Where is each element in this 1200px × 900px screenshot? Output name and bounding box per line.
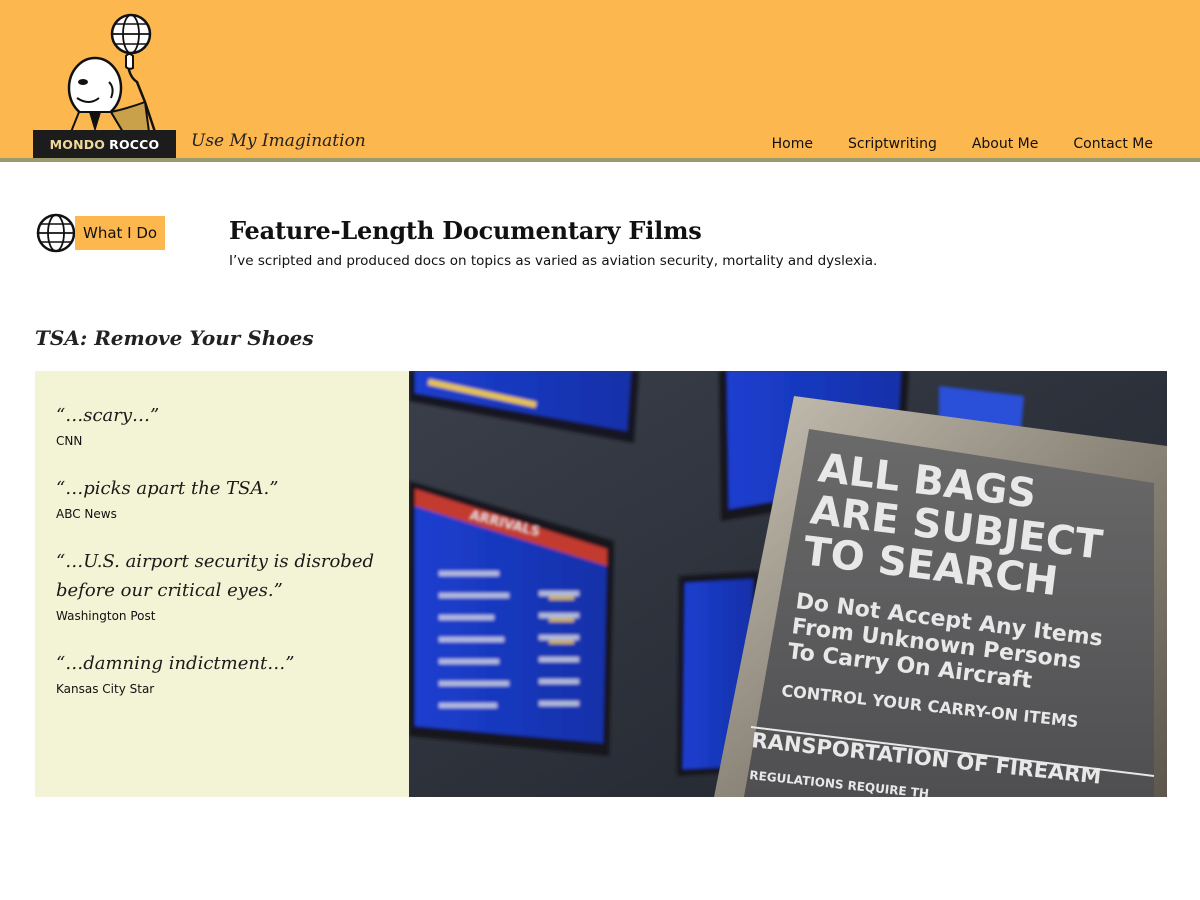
film-title: TSA: Remove Your Shoes [35, 326, 314, 350]
press-quote: “…damning indictment…” Kansas City Star [56, 649, 389, 696]
section-title: Feature-Length Documentary Films [229, 216, 702, 245]
globe-icon [36, 213, 76, 253]
site-header: MONDO ROCCO Use My Imagination Home Scri… [0, 0, 1200, 162]
film-still-image: ARRIVALS ALL BAGS ARE SUBJECT TO SEARCH … [409, 371, 1167, 797]
quote-text: “…U.S. airport security is disrobed befo… [56, 551, 375, 601]
mascot-globe-icon [67, 13, 157, 132]
nav-contact-me[interactable]: Contact Me [1073, 136, 1153, 152]
press-quote: “…scary…” CNN [56, 401, 389, 448]
quote-source: CNN [56, 434, 83, 448]
press-quotes-panel: “…scary…” CNN “…picks apart the TSA.” AB… [35, 371, 409, 797]
quote-text: “…picks apart the TSA.” [56, 478, 279, 499]
quote-source: Kansas City Star [56, 682, 155, 696]
quote-text: “…damning indictment…” [56, 653, 295, 674]
nav-scriptwriting[interactable]: Scriptwriting [848, 136, 937, 152]
logo-word-rocco: ROCCO [109, 136, 160, 152]
site-logo[interactable]: MONDO ROCCO [33, 12, 176, 158]
what-i-do-label: What I Do [75, 216, 166, 250]
section-subtitle: I’ve scripted and produced docs on topic… [229, 253, 878, 269]
logo-word-mondo: MONDO [49, 136, 106, 152]
press-quote: “…U.S. airport security is disrobed befo… [56, 547, 389, 623]
logo-wordmark: MONDO ROCCO [33, 130, 176, 158]
press-quote: “…picks apart the TSA.” ABC News [56, 474, 389, 521]
nav-about-me[interactable]: About Me [972, 136, 1039, 152]
site-tagline: Use My Imagination [191, 131, 366, 151]
what-i-do-badge: What I Do [35, 212, 166, 254]
nav-home[interactable]: Home [772, 136, 813, 152]
quote-text: “…scary…” [56, 405, 160, 426]
main-nav: Home Scriptwriting About Me Contact Me [737, 136, 1153, 152]
quote-source: ABC News [56, 507, 117, 521]
quote-source: Washington Post [56, 609, 156, 623]
airport-sign-photo: ARRIVALS ALL BAGS ARE SUBJECT TO SEARCH … [409, 371, 1167, 797]
